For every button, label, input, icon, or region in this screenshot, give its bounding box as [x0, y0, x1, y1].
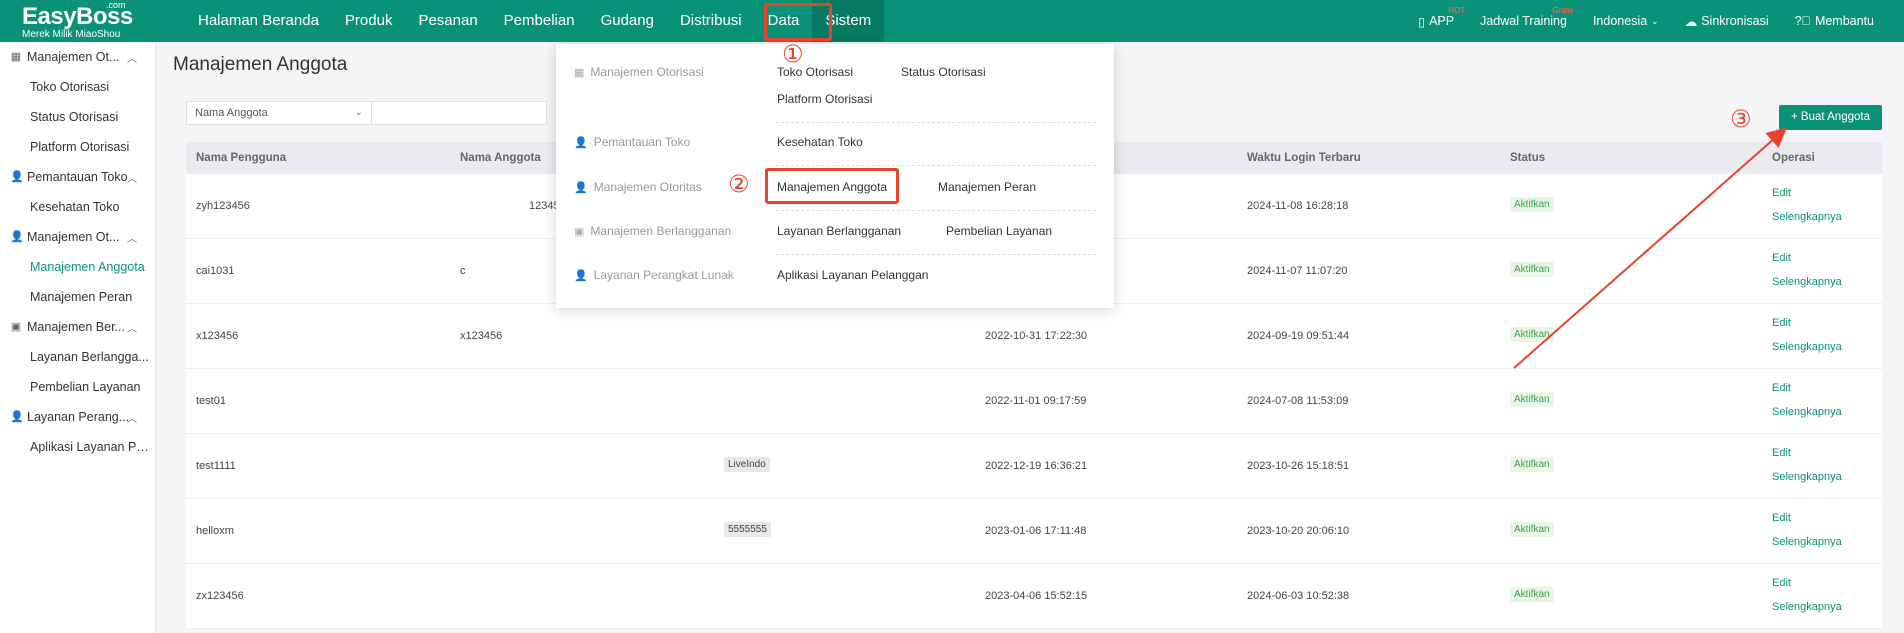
annotation-number-2: ② [728, 170, 750, 198]
annotation-number-3: ③ [1730, 105, 1752, 133]
annotation-number-1: ① [782, 40, 804, 68]
annotation-box-system [764, 3, 832, 41]
annotation-arrow [1513, 127, 1788, 369]
annotation-box-member-management [765, 168, 899, 204]
